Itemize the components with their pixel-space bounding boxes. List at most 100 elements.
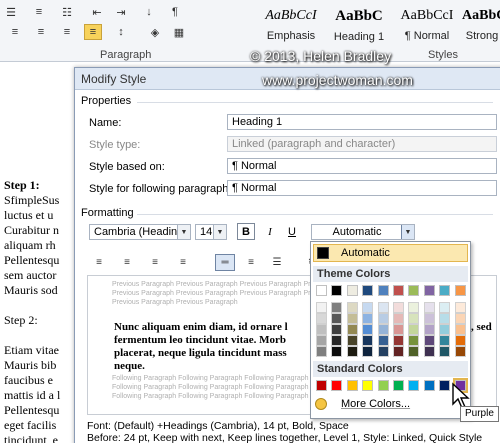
theme-color-shade-swatch[interactable] [454,302,466,313]
align-right-icon[interactable]: ≡ [58,24,76,40]
theme-color-shade-swatch[interactable] [331,324,343,335]
theme-color-shade-swatch[interactable] [439,302,451,313]
theme-color-swatch[interactable] [408,285,420,296]
bullets-icon[interactable]: ☰ [2,4,20,20]
italic-button[interactable]: I [261,223,279,240]
theme-color-swatch[interactable] [377,285,389,296]
theme-color-shade-swatch[interactable] [316,324,327,335]
theme-color-shade-swatch[interactable] [454,324,466,335]
theme-color-swatch[interactable] [439,285,451,296]
theme-color-shade-swatch[interactable] [377,346,389,357]
theme-color-shade-swatch[interactable] [454,313,466,324]
theme-color-shade-swatch[interactable] [393,346,404,357]
theme-color-shade-swatch[interactable] [346,346,358,357]
theme-color-shade-swatch[interactable] [316,302,327,313]
standard-color-swatch[interactable] [346,380,358,391]
following-paragraph-select[interactable]: ¶ Normal [227,180,497,196]
center-icon[interactable]: ≡ [32,24,50,40]
theme-color-shade-swatch[interactable] [393,302,404,313]
theme-color-shade-swatch[interactable] [362,335,374,346]
theme-color-shade-swatch[interactable] [408,302,420,313]
theme-color-swatch[interactable] [454,285,466,296]
theme-color-shade-swatch[interactable] [346,302,358,313]
theme-color-shade-swatch[interactable] [393,335,404,346]
more-colors-option[interactable]: More Colors... [315,398,410,410]
standard-color-swatch[interactable] [316,380,327,391]
double-spacing-icon[interactable]: ☰ [267,254,287,271]
theme-color-shade-swatch[interactable] [439,313,451,324]
standard-color-swatch[interactable] [377,380,389,391]
increase-indent-icon[interactable]: ⇥ [112,4,130,20]
theme-color-shade-swatch[interactable] [362,346,374,357]
theme-color-shade-swatch[interactable] [331,313,343,324]
theme-color-shade-swatch[interactable] [346,324,358,335]
theme-color-shade-swatch[interactable] [423,346,435,357]
align-left-icon[interactable]: ≡ [6,24,24,40]
theme-color-shade-swatch[interactable] [439,324,451,335]
bold-button[interactable]: B [237,223,255,240]
numbering-icon[interactable]: ≡ [30,4,48,20]
standard-color-swatch[interactable] [331,380,343,391]
standard-color-swatch[interactable] [439,380,451,391]
theme-color-swatch[interactable] [423,285,435,296]
theme-color-shade-swatch[interactable] [423,324,435,335]
theme-color-shade-swatch[interactable] [346,335,358,346]
automatic-color-option[interactable]: Automatic [313,244,468,262]
single-spacing-icon[interactable]: ═ [215,254,235,271]
theme-color-swatch[interactable] [316,285,327,296]
theme-color-shade-swatch[interactable] [331,335,343,346]
font-select[interactable]: Cambria (Headings) ▼ [89,224,191,240]
justify-icon[interactable]: ≡ [84,24,102,40]
style-emphasis[interactable]: AaBbCcI Emphasis [258,2,324,48]
justify-icon[interactable]: ≡ [173,254,193,271]
document-body[interactable]: Step 1: SfimpleSus luctus et u Curabitur na… [0,62,80,443]
theme-color-swatch[interactable] [346,285,358,296]
standard-color-swatch[interactable] [362,380,374,391]
underline-button[interactable]: U [283,223,301,240]
name-field[interactable]: Heading 1 [227,114,497,130]
theme-color-shade-swatch[interactable] [362,313,374,324]
theme-color-shade-swatch[interactable] [423,335,435,346]
align-right-icon[interactable]: ≡ [145,254,165,271]
theme-color-shade-swatch[interactable] [439,335,451,346]
standard-color-swatch[interactable] [408,380,420,391]
theme-color-shade-swatch[interactable] [362,324,374,335]
align-center-icon[interactable]: ≡ [117,254,137,271]
font-color-select[interactable]: Automatic ▼ [311,224,415,240]
style-heading-1[interactable]: AaBbC Heading 1 [326,2,392,48]
style-normal[interactable]: AaBbCcI ¶ Normal [394,2,460,48]
theme-color-shade-swatch[interactable] [377,313,389,324]
theme-color-shade-swatch[interactable] [331,302,343,313]
standard-color-swatch[interactable] [423,380,435,391]
theme-color-shade-swatch[interactable] [408,346,420,357]
font-size-select[interactable]: 14 ▼ [195,224,227,240]
theme-color-swatch[interactable] [331,285,343,296]
theme-color-shade-swatch[interactable] [454,346,466,357]
sort-icon[interactable]: ↓ [140,4,158,20]
based-on-select[interactable]: ¶ Normal [227,158,497,174]
theme-color-shade-swatch[interactable] [316,313,327,324]
theme-color-shade-swatch[interactable] [423,302,435,313]
theme-color-shade-swatch[interactable] [408,335,420,346]
shading-icon[interactable]: ◈ [146,24,164,40]
theme-color-shade-swatch[interactable] [393,324,404,335]
line-spacing-icon[interactable]: ↕ [112,24,130,40]
one-half-spacing-icon[interactable]: ≡ [241,254,261,271]
theme-color-shade-swatch[interactable] [439,346,451,357]
theme-color-shade-swatch[interactable] [408,324,420,335]
theme-color-shade-swatch[interactable] [331,346,343,357]
theme-color-shade-swatch[interactable] [377,302,389,313]
decrease-indent-icon[interactable]: ⇤ [88,4,106,20]
theme-color-swatch[interactable] [393,285,404,296]
theme-color-shade-swatch[interactable] [408,313,420,324]
theme-color-shade-swatch[interactable] [316,346,327,357]
align-left-icon[interactable]: ≡ [89,254,109,271]
theme-color-shade-swatch[interactable] [393,313,404,324]
style-strong[interactable]: AaBbCcI Strong [462,2,500,48]
show-marks-button[interactable]: ¶ [166,4,184,20]
standard-color-swatch[interactable] [393,380,404,391]
multilevel-list-icon[interactable]: ☷ [58,4,76,20]
theme-color-shade-swatch[interactable] [423,313,435,324]
borders-icon[interactable]: ▦ [170,24,188,40]
theme-color-shade-swatch[interactable] [377,324,389,335]
